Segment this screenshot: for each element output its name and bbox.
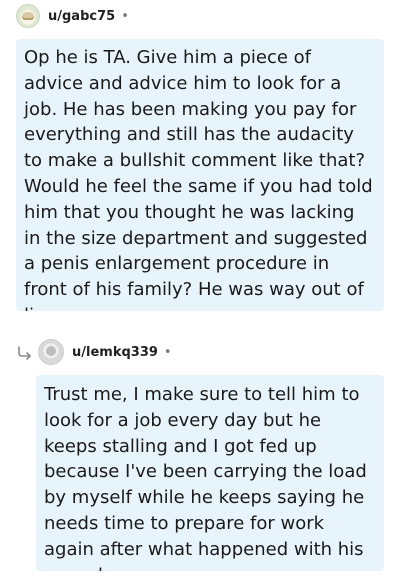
comment-header: u/gabc75 • (16, 4, 129, 28)
reply-header: u/lemkq339 • (16, 339, 172, 365)
reply-body: Trust me, I make sure to tell him to loo… (36, 375, 384, 571)
reply-text: Trust me, I make sure to tell him to loo… (44, 384, 367, 571)
reply-arrow-icon (18, 346, 31, 360)
separator-dot: • (163, 344, 172, 360)
comment-body: Op he is TA. Give him a piece of advice … (16, 39, 384, 311)
avatar-icon[interactable] (16, 4, 40, 28)
avatar-icon[interactable] (38, 339, 64, 365)
username-link[interactable]: u/gabc75 (48, 9, 115, 24)
separator-dot: • (121, 8, 129, 24)
username-link[interactable]: u/lemkq339 (72, 345, 158, 360)
comment-text: Op he is TA. Give him a piece of advice … (24, 47, 373, 311)
